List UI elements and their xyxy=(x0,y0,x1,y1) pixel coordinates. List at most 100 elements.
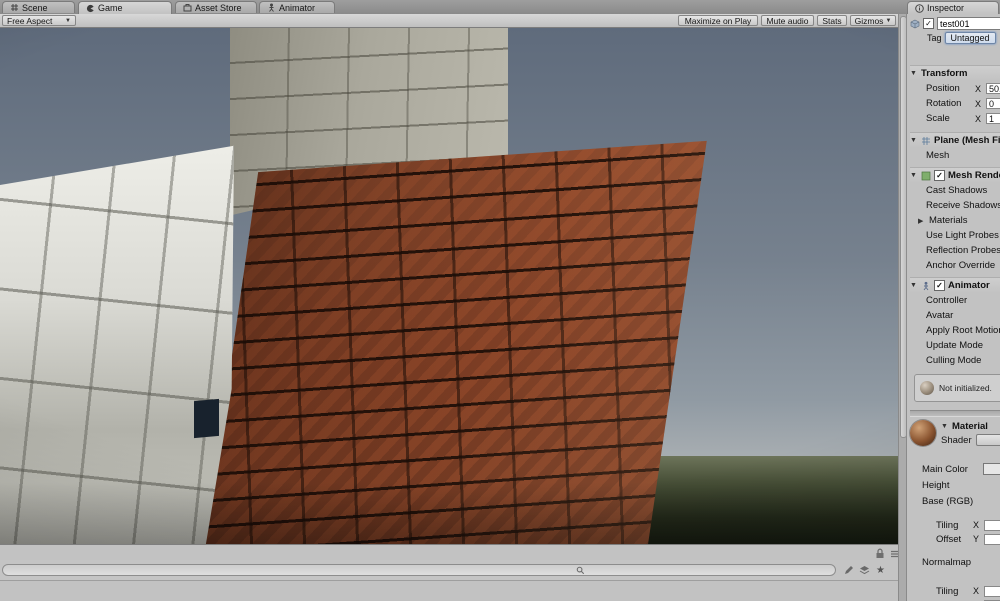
chevron-down-icon: ▼ xyxy=(885,18,891,24)
rotation-x-field[interactable]: 0 xyxy=(986,98,1000,109)
base-rgb-row[interactable]: Base (RGB) xyxy=(910,493,1000,509)
normalmap-row[interactable]: Normalmap xyxy=(910,555,1000,570)
foldout-open-icon: ▼ xyxy=(941,423,949,430)
mesh-renderer-checkbox[interactable]: ✓ xyxy=(934,170,945,181)
animator-info-text: Not initialized. xyxy=(939,383,992,393)
transform-rotation-row: Rotation X 0 xyxy=(910,96,1000,111)
mesh-row: Mesh xyxy=(910,148,1000,163)
chevron-down-icon: ▼ xyxy=(65,18,71,24)
gameobject-name-row: ✓ xyxy=(910,16,1000,31)
culling-mode-label: Culling Mode xyxy=(926,355,981,366)
anchor-override-label: Anchor Override xyxy=(926,260,995,271)
materials-row[interactable]: ▶ Materials xyxy=(910,213,1000,228)
material-preview-sphere xyxy=(910,420,936,446)
stats-button[interactable]: Stats xyxy=(817,15,847,26)
game-viewport[interactable] xyxy=(0,28,898,544)
materials-label: Materials xyxy=(929,215,968,226)
position-label: Position xyxy=(926,83,972,94)
tag-dropdown[interactable]: Untagged xyxy=(945,32,996,44)
star-icon[interactable]: ★ xyxy=(874,564,887,577)
unity-editor-window: Scene Game Asset Store Animator Inspecto… xyxy=(0,0,1000,601)
asset-store-icon xyxy=(183,3,192,12)
culling-mode-row[interactable]: Culling Mode xyxy=(910,353,1000,368)
layers-icon[interactable] xyxy=(858,564,871,577)
use-light-probes-row[interactable]: Use Light Probes xyxy=(910,228,1000,243)
tab-inspector[interactable]: Inspector xyxy=(907,1,999,14)
receive-shadows-row[interactable]: Receive Shadows xyxy=(910,198,1000,213)
mesh-filter-icon xyxy=(921,136,931,146)
tab-animator[interactable]: Animator xyxy=(259,1,335,13)
animator-header[interactable]: ▼ ✓ Animator xyxy=(910,277,1000,293)
receive-shadows-label: Receive Shadows xyxy=(926,200,1000,211)
main-color-swatch[interactable] xyxy=(983,463,1000,475)
gizmos-label: Gizmos xyxy=(855,16,884,26)
scale-x-field[interactable]: 1 xyxy=(986,113,1000,124)
tiling-axis-label-2: X xyxy=(973,586,981,596)
update-mode-row[interactable]: Update Mode xyxy=(910,338,1000,353)
animator-component-icon xyxy=(921,281,931,291)
tiling-x-field[interactable] xyxy=(984,520,1000,531)
search-input[interactable] xyxy=(588,565,822,577)
mesh-renderer-header[interactable]: ▼ ✓ Mesh Renderer xyxy=(910,167,1000,183)
shader-dropdown[interactable] xyxy=(976,434,1000,446)
transform-header[interactable]: ▼ Transform xyxy=(910,65,1000,81)
tiling-row: Tiling X xyxy=(910,518,1000,532)
anchor-override-row[interactable]: Anchor Override xyxy=(910,258,1000,273)
foldout-open-icon: ▼ xyxy=(910,172,918,179)
avatar-row[interactable]: Avatar xyxy=(910,308,1000,323)
base-rgb-label: Base (RGB) xyxy=(922,496,973,507)
shader-row: Shader xyxy=(941,433,1000,447)
position-x-field[interactable]: 50. xyxy=(986,83,1000,94)
tag-row: Tag Untagged xyxy=(910,31,1000,45)
aspect-dropdown[interactable]: Free Aspect ▼ xyxy=(2,15,76,26)
active-checkbox[interactable]: ✓ xyxy=(923,18,934,29)
tab-asset-store-label: Asset Store xyxy=(195,3,242,13)
scale-label: Scale xyxy=(926,113,972,124)
gameobject-name-input[interactable] xyxy=(937,17,1000,30)
tab-scene[interactable]: Scene xyxy=(2,1,75,13)
cast-shadows-row[interactable]: Cast Shadows xyxy=(910,183,1000,198)
animator-checkbox[interactable]: ✓ xyxy=(934,280,945,291)
mute-audio-label: Mute audio xyxy=(766,16,808,26)
inspector-panel: ✓ Tag Untagged ▼ Transform Position X 50… xyxy=(907,14,1000,601)
scrollbar-thumb[interactable] xyxy=(900,16,907,438)
reflection-probes-row[interactable]: Reflection Probes xyxy=(910,243,1000,258)
offset-label: Offset xyxy=(936,534,970,545)
mesh-renderer-icon xyxy=(921,171,931,181)
main-color-label: Main Color xyxy=(922,464,968,475)
reflection-probes-label: Reflection Probes xyxy=(926,245,1000,256)
inspector-scrollbar[interactable] xyxy=(898,14,907,601)
height-row[interactable]: Height xyxy=(910,477,1000,493)
apply-root-motion-row[interactable]: Apply Root Motion xyxy=(910,323,1000,338)
mesh-renderer-title: Mesh Renderer xyxy=(948,170,1000,181)
foldout-closed-icon: ▶ xyxy=(918,217,926,225)
tab-game-label: Game xyxy=(98,3,123,13)
mesh-filter-header[interactable]: ▼ Plane (Mesh Filter) xyxy=(910,132,1000,148)
height-label: Height xyxy=(922,480,949,491)
scale-axis-label: X xyxy=(975,114,983,124)
mesh-label: Mesh xyxy=(926,150,972,161)
pencil-icon[interactable] xyxy=(842,564,855,577)
tiling-label: Tiling xyxy=(936,520,970,531)
lock-icon[interactable] xyxy=(874,548,885,559)
tag-dropdown-value: Untagged xyxy=(951,33,990,43)
mute-audio-button[interactable]: Mute audio xyxy=(761,15,814,26)
animator-info-box: Not initialized. xyxy=(914,374,1000,402)
game-view-toolbar: Free Aspect ▼ Maximize on Play Mute audi… xyxy=(0,14,898,28)
bottom-toolbar: ★ xyxy=(0,560,898,580)
maximize-on-play-button[interactable]: Maximize on Play xyxy=(678,15,758,26)
controller-row[interactable]: Controller xyxy=(910,293,1000,308)
tab-game[interactable]: Game xyxy=(78,1,172,14)
controller-label: Controller xyxy=(926,295,967,306)
offset-y-field[interactable] xyxy=(984,534,1000,545)
use-light-probes-label: Use Light Probes xyxy=(926,230,999,241)
scene-grid-icon xyxy=(10,3,19,12)
offset-axis-label: Y xyxy=(973,534,981,544)
material-title-row[interactable]: ▼ Material xyxy=(941,419,1000,433)
tiling-x-field-2[interactable] xyxy=(984,586,1000,597)
tab-asset-store[interactable]: Asset Store xyxy=(175,1,257,13)
material-title: Material xyxy=(952,421,988,432)
gizmos-dropdown[interactable]: Gizmos ▼ xyxy=(850,15,896,26)
main-color-row[interactable]: Main Color xyxy=(910,461,1000,477)
tab-animator-label: Animator xyxy=(279,3,315,13)
